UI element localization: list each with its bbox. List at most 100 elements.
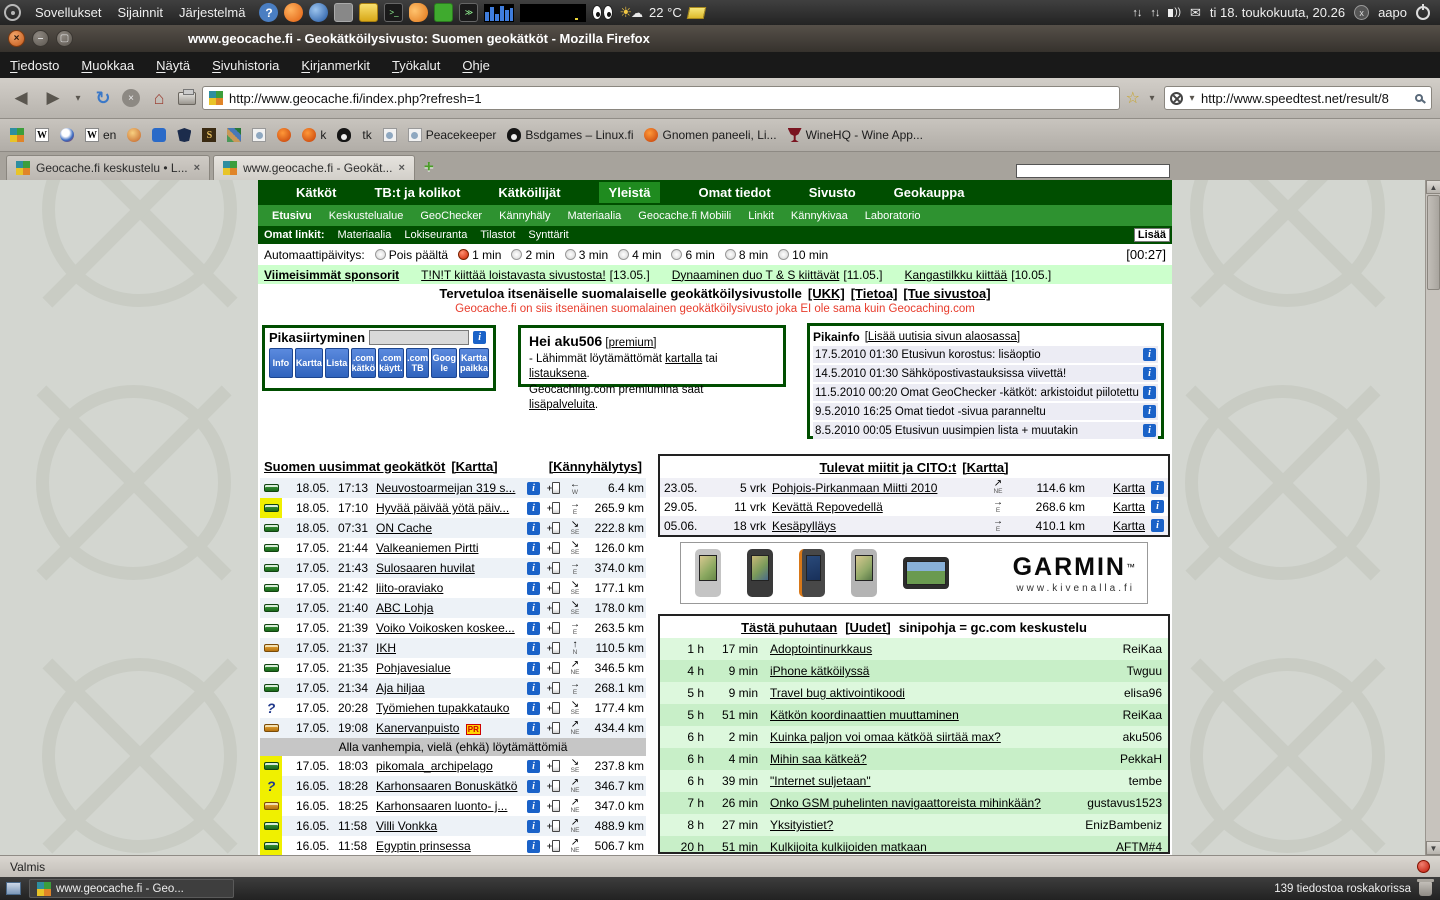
forum-topic-link[interactable]: Kätkön koordinaattien muuttaminen	[770, 708, 959, 722]
cache-link[interactable]: liito-oraviako	[376, 581, 443, 595]
phone-alert-icon[interactable]: +	[544, 682, 563, 694]
phone-alert-icon[interactable]: +	[544, 502, 563, 514]
cache-link[interactable]: Sulosaaren huvilat	[376, 561, 475, 575]
cache-link[interactable]: Kanervanpuisto	[376, 721, 459, 735]
own-link[interactable]: Materiaalia	[338, 229, 392, 241]
volume-icon[interactable]: ))	[1168, 7, 1181, 18]
info-icon[interactable]: i	[527, 682, 540, 695]
phone-alert-icon[interactable]: +	[544, 582, 563, 594]
bookmark-item[interactable]	[277, 128, 291, 142]
info-icon[interactable]: i	[1143, 348, 1156, 361]
bookmark-item[interactable]: Bsdgames – Linux.fi	[507, 128, 633, 142]
meetings-map-link[interactable]: [Kartta]	[962, 460, 1008, 475]
stray-input-box[interactable]	[1016, 164, 1170, 178]
nav-sub-item[interactable]: Geocache.fi Mobiili	[638, 210, 731, 222]
own-link[interactable]: Synttärit	[528, 229, 568, 241]
menu-item[interactable]: Työkalut	[392, 58, 440, 73]
info-icon[interactable]: i	[527, 502, 540, 515]
phone-alert-icon[interactable]: +	[544, 622, 563, 634]
list-link[interactable]: listauksena	[529, 368, 587, 380]
bookmark-item[interactable]: S	[202, 128, 216, 142]
reload-button[interactable]: ↻	[90, 88, 116, 109]
bookmark-item[interactable]: k	[302, 128, 326, 142]
info-icon[interactable]: i	[527, 722, 540, 735]
forum-topic-link[interactable]: Onko GSM puhelinten navigaattoreista mih…	[770, 796, 1041, 810]
nav-sub-item[interactable]: Linkit	[748, 210, 774, 222]
radio-icon[interactable]	[511, 249, 522, 260]
garmin-banner[interactable]: GARMIN™ www.kivenalla.fi	[680, 542, 1148, 604]
own-link[interactable]: Lokiseuranta	[404, 229, 467, 241]
autorefresh-option[interactable]: 4 min	[618, 248, 661, 262]
bookmark-dropdown-icon[interactable]: ▾	[1146, 93, 1158, 104]
own-link[interactable]: Tilastot	[480, 229, 515, 241]
info-icon[interactable]: i	[527, 602, 540, 615]
titlebar[interactable]: × – ▢ www.geocache.fi - Geokätköilysivus…	[0, 25, 1440, 52]
stop-button[interactable]: ×	[122, 89, 140, 107]
quickjump-button[interactable]: .com käytt.	[378, 348, 404, 378]
meeting-map-link[interactable]: Kartta	[1113, 500, 1145, 514]
nav-main-item[interactable]: TB:t ja kolikot	[374, 185, 460, 200]
search-engine-dropdown-icon[interactable]: ▾	[1187, 93, 1197, 104]
autorefresh-option[interactable]: 1 min	[458, 248, 501, 262]
panel-menu[interactable]: Järjestelmä	[179, 5, 245, 20]
history-dropdown-icon[interactable]: ▾	[72, 93, 84, 104]
clock[interactable]: ti 18. toukokuuta, 20.26	[1210, 5, 1345, 20]
search-engine-icon[interactable]	[1170, 92, 1183, 105]
quickjump-button[interactable]: .com kätkö	[351, 348, 377, 378]
tab-2-active[interactable]: www.geocache.fi - Geokät... ×	[213, 155, 415, 180]
search-text[interactable]: http://www.speedtest.net/result/8	[1201, 91, 1411, 106]
radio-icon[interactable]	[458, 249, 469, 260]
forum-topic-link[interactable]: iPhone kätköilyssä	[770, 664, 869, 678]
terminal-launcher-icon[interactable]: >_	[384, 3, 403, 22]
applet-green-icon[interactable]	[434, 3, 453, 22]
meeting-link[interactable]: Kesäpylläys	[772, 519, 836, 533]
search-bar[interactable]: ▾ http://www.speedtest.net/result/8	[1164, 86, 1432, 110]
radio-icon[interactable]	[375, 249, 386, 260]
menu-item[interactable]: Tiedosto	[10, 58, 59, 73]
ubuntuone-icon[interactable]: x	[1354, 5, 1369, 20]
meeting-link[interactable]: Pohjois-Pirkanmaan Miitti 2010	[772, 481, 937, 495]
thunderbird-launcher-icon[interactable]	[309, 3, 328, 22]
meeting-map-link[interactable]: Kartta	[1113, 519, 1145, 533]
quickjump-button[interactable]: Goog le	[431, 348, 457, 378]
forum-topic-link[interactable]: Adoptointinurkkaus	[770, 642, 872, 656]
bookmark-item[interactable]	[152, 128, 166, 142]
menu-item[interactable]: Ohje	[462, 58, 489, 73]
phone-alert-icon[interactable]: +	[544, 482, 563, 494]
autorefresh-option[interactable]: 3 min	[565, 248, 608, 262]
cache-link[interactable]: Työmiehen tupakkatauko	[376, 701, 509, 715]
nav-sub-item[interactable]: Etusivu	[272, 210, 312, 222]
panel-menu[interactable]: Sovellukset	[35, 5, 101, 20]
text-editor-launcher-icon[interactable]	[359, 3, 378, 22]
url-text[interactable]: http://www.geocache.fi/index.php?refresh…	[229, 91, 482, 106]
temperature-label[interactable]: 22 °C	[649, 5, 682, 20]
bookmark-item[interactable]	[177, 128, 191, 142]
scroll-down-icon[interactable]: ▼	[1426, 841, 1440, 855]
bookmark-item[interactable]: W	[35, 128, 49, 142]
bookmark-item[interactable]	[10, 128, 24, 142]
menu-item[interactable]: Näytä	[156, 58, 190, 73]
radio-icon[interactable]	[565, 249, 576, 260]
info-icon[interactable]: i	[527, 800, 540, 813]
phone-alert-icon[interactable]: +	[544, 702, 563, 714]
nav-main-item[interactable]: Omat tiedot	[698, 185, 770, 200]
cache-link[interactable]: Voiko Voikosken koskee...	[376, 621, 515, 635]
nav-main-item[interactable]: Yleistä	[599, 182, 661, 203]
info-icon[interactable]: i	[1143, 367, 1156, 380]
menu-item[interactable]: Kirjanmerkit	[301, 58, 370, 73]
nav-main-item[interactable]: Kätköt	[296, 185, 336, 200]
forum-topic-link[interactable]: Yksityistiet?	[770, 818, 833, 832]
info-icon[interactable]: i	[527, 522, 540, 535]
panel-menu[interactable]: Sijainnit	[117, 5, 163, 20]
info-icon[interactable]: i	[527, 542, 540, 555]
info-icon[interactable]: i	[527, 780, 540, 793]
autorefresh-option[interactable]: 10 min	[778, 248, 828, 262]
bookmark-item[interactable]: WineHQ - Wine App...	[788, 128, 923, 142]
cache-link[interactable]: ON Cache	[376, 521, 432, 535]
nav-sub-item[interactable]: Kännykivaa	[791, 210, 848, 222]
quickjump-button[interactable]: Lista	[325, 348, 349, 378]
info-icon[interactable]: i	[527, 760, 540, 773]
forum-topic-link[interactable]: Travel bug aktivointikoodi	[770, 686, 905, 700]
quickjump-input[interactable]	[369, 330, 469, 345]
radio-icon[interactable]	[618, 249, 629, 260]
